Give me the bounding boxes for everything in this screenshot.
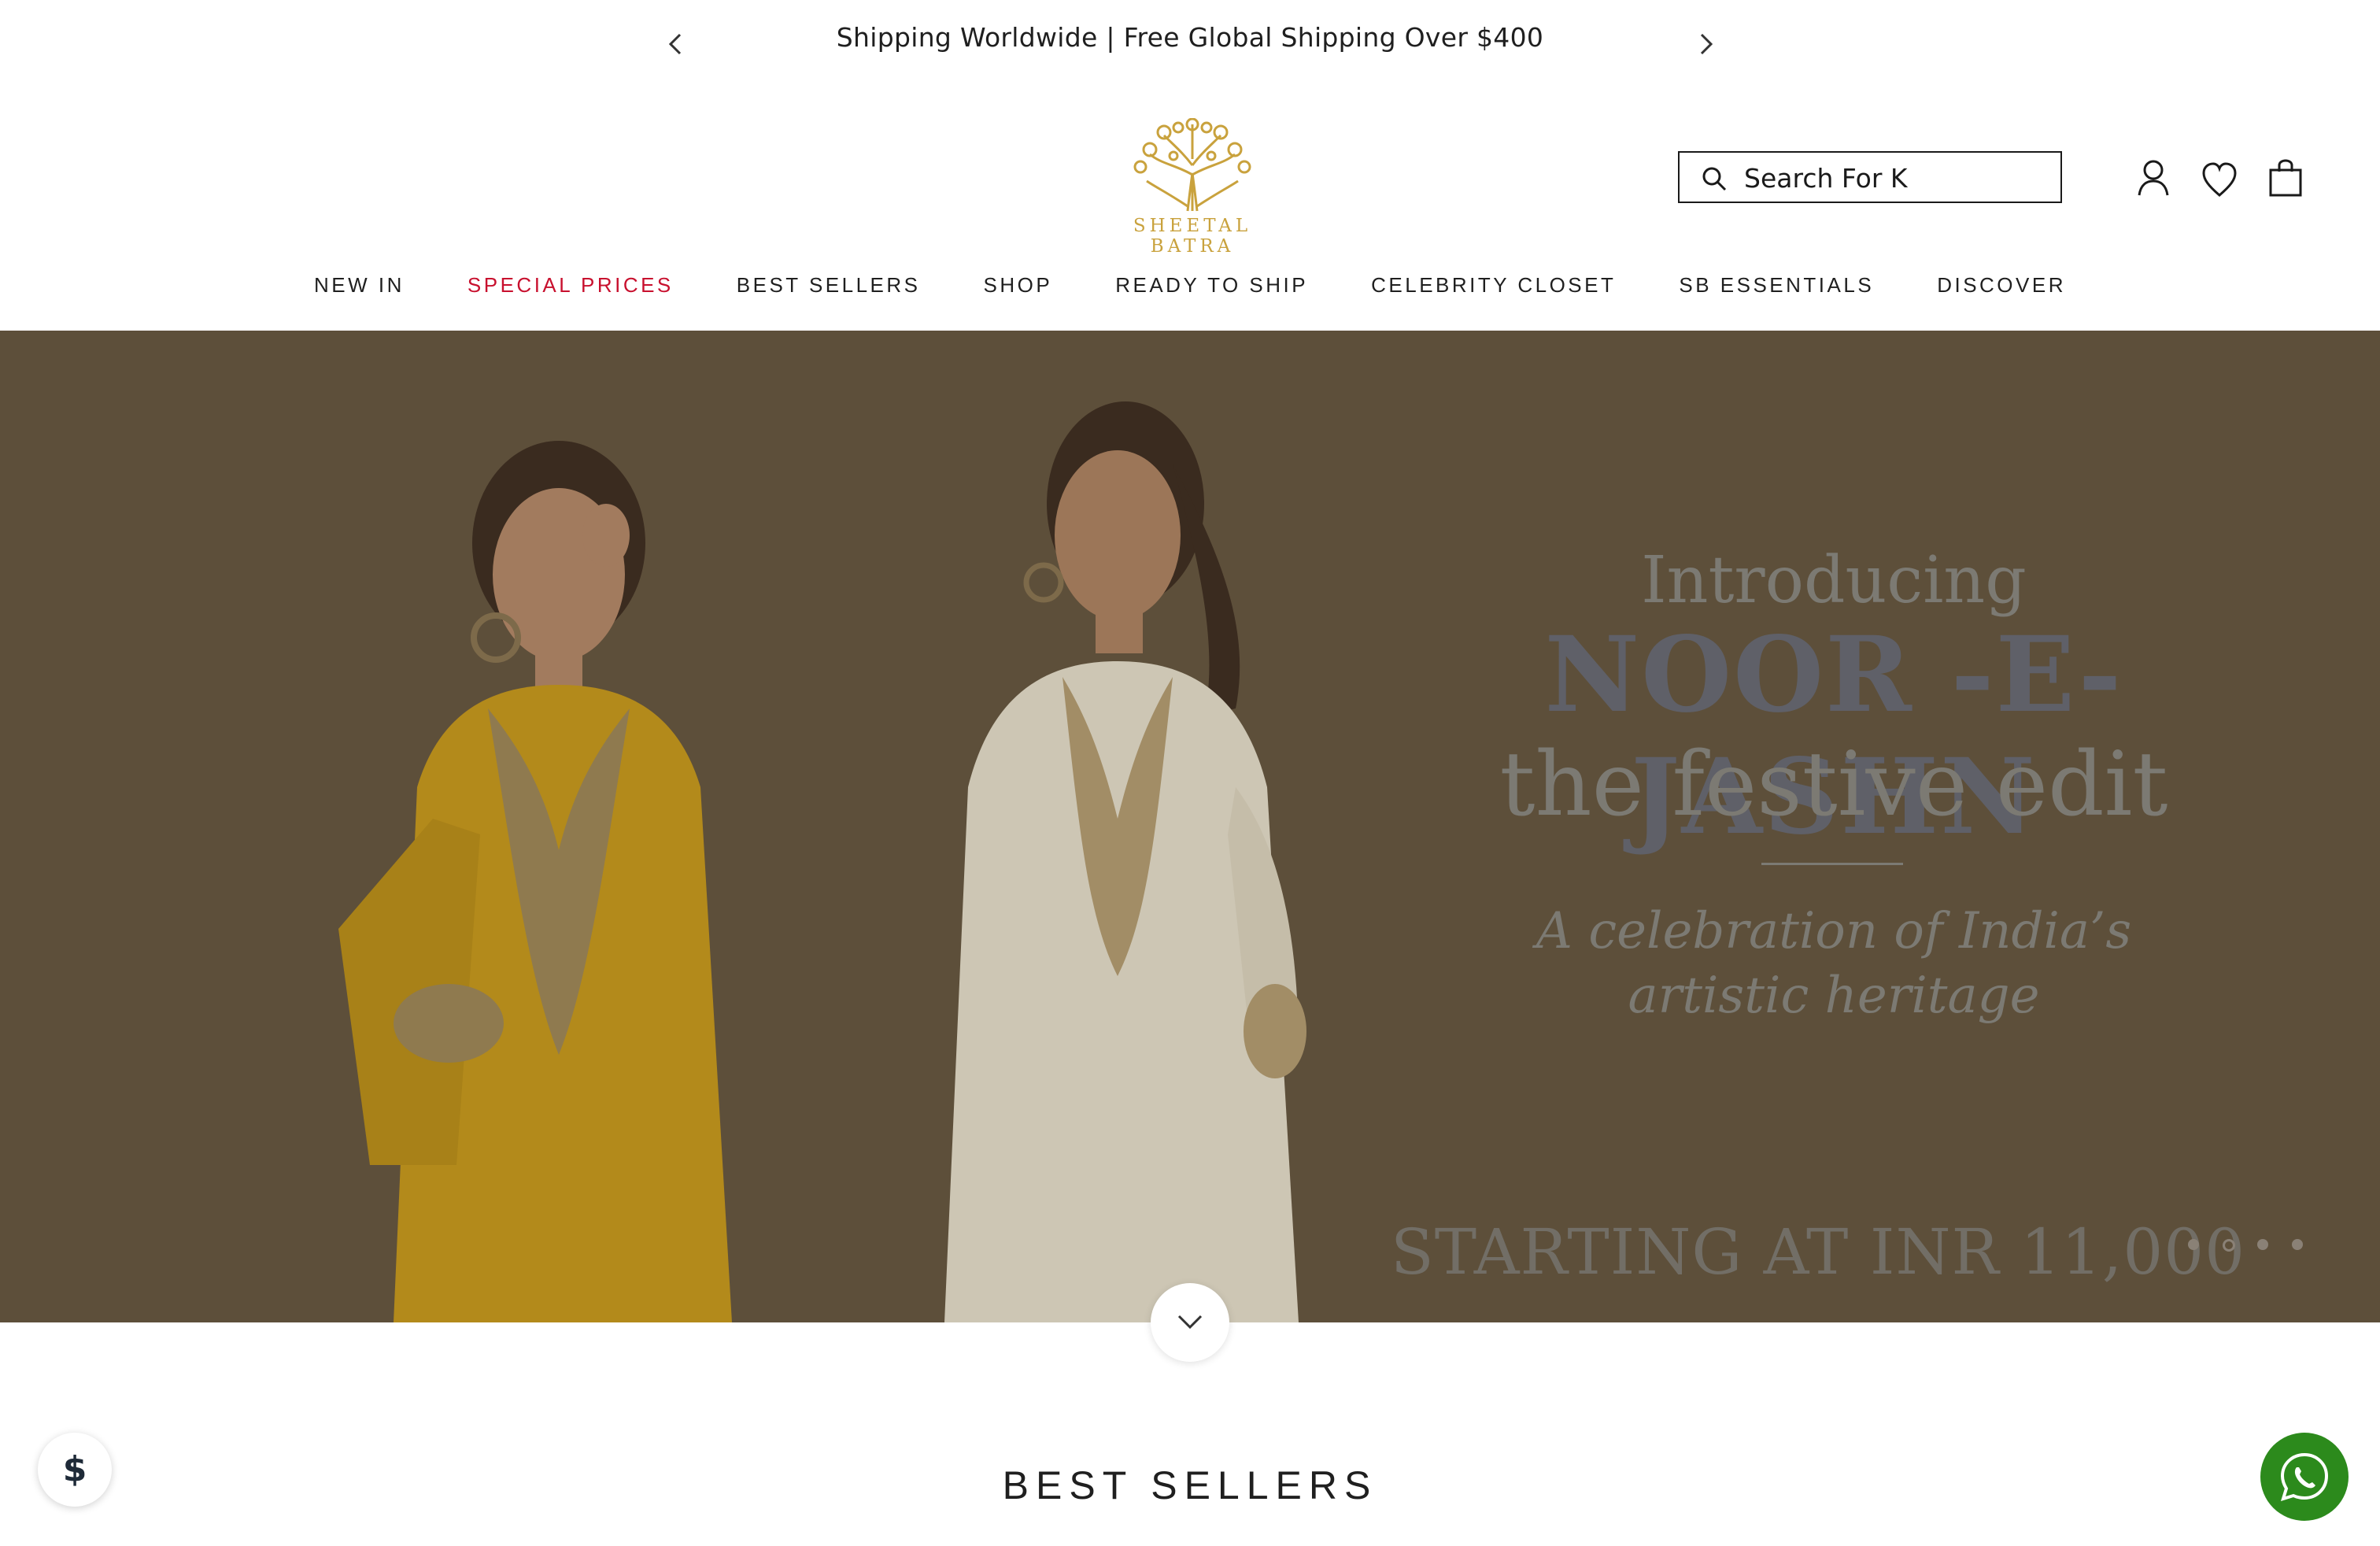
brand-name: SHEETAL BATRA [1133, 216, 1252, 257]
announcement-text: Shipping Worldwide | Free Global Shippin… [836, 22, 1544, 53]
slide-dot-4[interactable] [2292, 1239, 2303, 1250]
scroll-down-button[interactable] [1151, 1283, 1229, 1362]
shopping-bag-icon[interactable] [2267, 157, 2304, 200]
search-box[interactable] [1678, 151, 2062, 203]
model-yellow-kurta-image [338, 441, 732, 1322]
hero-subtitle: the festive edit [1499, 734, 2168, 836]
chevron-right-icon[interactable] [1689, 28, 1720, 60]
main-navigation: NEW IN SPECIAL PRICES BEST SELLERS SHOP … [0, 268, 2380, 323]
slide-dot-3[interactable] [2257, 1239, 2268, 1250]
nav-item-special-prices[interactable]: SPECIAL PRICES [468, 268, 674, 302]
slide-dot-2[interactable] [2223, 1239, 2235, 1252]
search-input[interactable] [1743, 159, 2053, 197]
brand-logo[interactable]: SHEETAL BATRA [1090, 118, 1295, 257]
whatsapp-chat-button[interactable] [2260, 1433, 2349, 1521]
nav-item-best-sellers[interactable]: BEST SELLERS [737, 268, 921, 302]
announcement-bar: Shipping Worldwide | Free Global Shippin… [0, 0, 2380, 87]
best-sellers-heading: BEST SELLERS [1002, 1463, 1378, 1507]
hero-divider [1761, 863, 1903, 865]
nav-item-shop[interactable]: SHOP [984, 268, 1053, 302]
chevron-down-icon [1177, 1315, 1203, 1330]
nav-item-new-in[interactable]: NEW IN [314, 268, 405, 302]
heart-icon[interactable] [2201, 157, 2238, 200]
hero-intro: Introducing [1641, 543, 2027, 618]
search-icon[interactable] [1700, 165, 1728, 193]
hero-tagline-line1: A celebration of India’s [1536, 902, 2132, 960]
model-white-kurta-image [944, 401, 1306, 1322]
currency-selector-button[interactable]: $ [38, 1433, 112, 1507]
whatsapp-icon [2280, 1452, 2329, 1502]
hero-banner[interactable]: Introducing NOOR -E-JASHN the festive ed… [0, 331, 2380, 1322]
nav-item-sb-essentials[interactable]: SB ESSENTIALS [1679, 268, 1874, 302]
hero-price: STARTING AT INR 11,000 [1390, 1215, 2246, 1289]
nav-item-ready-to-ship[interactable]: READY TO SHIP [1115, 268, 1308, 302]
hero-tagline: A celebration of India’s artistic herita… [1488, 899, 2180, 1028]
tree-logo-icon [1133, 118, 1251, 212]
account-icon[interactable] [2134, 157, 2172, 200]
nav-item-discover[interactable]: DISCOVER [1937, 268, 2066, 302]
nav-item-celebrity-closet[interactable]: CELEBRITY CLOSET [1371, 268, 1616, 302]
slide-dot-1[interactable] [2188, 1239, 2199, 1250]
hero-tagline-line2: artistic heritage [1628, 967, 2040, 1025]
